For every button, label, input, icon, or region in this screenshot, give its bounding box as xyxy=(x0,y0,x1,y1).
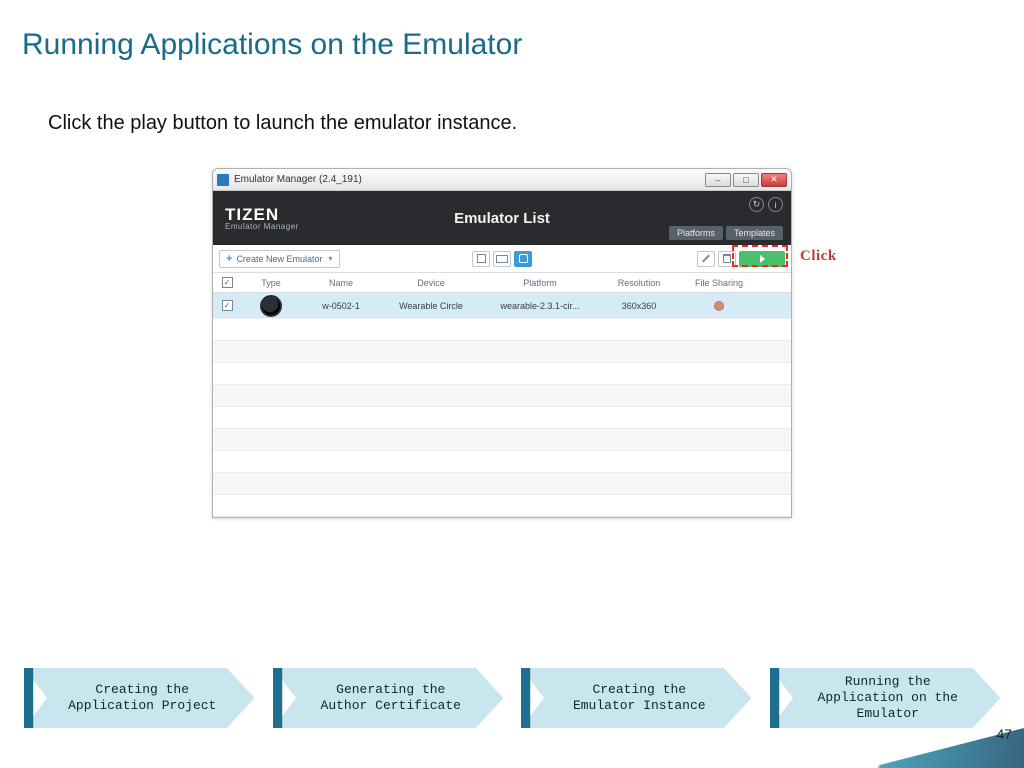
col-name: Name xyxy=(301,273,381,292)
create-new-emulator-button[interactable]: + Create New Emulator ▾ xyxy=(219,250,340,268)
col-platform: Platform xyxy=(481,273,599,292)
process-step-4: Running the Application on the Emulator xyxy=(770,668,1001,728)
refresh-icon[interactable]: ↻ xyxy=(749,197,764,212)
tab-templates[interactable]: Templates xyxy=(726,226,783,240)
table-row xyxy=(213,429,791,451)
tab-platforms[interactable]: Platforms xyxy=(669,226,723,240)
table-row xyxy=(213,407,791,429)
cell-resolution: 360x360 xyxy=(599,301,679,311)
delete-button[interactable] xyxy=(718,251,736,267)
cell-name: w-0502-1 xyxy=(301,301,381,311)
header-checkbox[interactable]: ✓ xyxy=(222,277,233,288)
process-step-3: Creating the Emulator Instance xyxy=(521,668,752,728)
table-row[interactable]: ✓ w-0502-1 Wearable Circle wearable-2.3.… xyxy=(213,293,791,319)
col-type: Type xyxy=(241,273,301,292)
table-row xyxy=(213,495,791,517)
window-maximize-button[interactable]: □ xyxy=(733,173,759,187)
pencil-icon xyxy=(701,254,711,264)
process-step-label: Creating the Emulator Instance xyxy=(549,682,724,715)
file-sharing-indicator-icon xyxy=(714,301,724,311)
edit-button[interactable] xyxy=(697,251,715,267)
app-header: TIZEN Emulator Manager Emulator List ↻ i… xyxy=(213,191,791,245)
process-step-label: Creating the Application Project xyxy=(44,682,234,715)
watch-device-icon xyxy=(260,295,282,317)
plus-icon: + xyxy=(226,253,232,265)
brand-logo-text: TIZEN xyxy=(225,206,299,223)
footer-decoration xyxy=(764,728,1024,768)
slide-title: Running Applications on the Emulator xyxy=(22,28,522,62)
col-file-sharing: File Sharing xyxy=(679,273,759,292)
window-close-button[interactable]: ✕ xyxy=(761,173,787,187)
table-row xyxy=(213,451,791,473)
slide-instruction: Click the play button to launch the emul… xyxy=(48,112,517,135)
cell-platform: wearable-2.3.1-cir... xyxy=(481,301,599,311)
table-row xyxy=(213,363,791,385)
window-minimize-button[interactable]: – xyxy=(705,173,731,187)
app-icon xyxy=(217,174,229,186)
play-button[interactable] xyxy=(739,251,785,267)
play-icon xyxy=(760,255,765,263)
page-number: 47 xyxy=(996,726,1012,742)
layout-landscape-icon[interactable] xyxy=(493,251,511,267)
table-row xyxy=(213,341,791,363)
window-title: Emulator Manager (2.4_191) xyxy=(234,174,705,185)
info-icon[interactable]: i xyxy=(768,197,783,212)
layout-rounded-icon[interactable] xyxy=(514,251,532,267)
column-header-row: ✓ Type Name Device Platform Resolution F… xyxy=(213,273,791,293)
brand-subtitle: Emulator Manager xyxy=(225,223,299,231)
process-step-1: Creating the Application Project xyxy=(24,668,255,728)
col-device: Device xyxy=(381,273,481,292)
toolbar: + Create New Emulator ▾ xyxy=(213,245,791,273)
col-resolution: Resolution xyxy=(599,273,679,292)
process-strip: Creating the Application Project Generat… xyxy=(24,668,1000,728)
table-row xyxy=(213,319,791,341)
emulator-table-body: ✓ w-0502-1 Wearable Circle wearable-2.3.… xyxy=(213,293,791,517)
row-checkbox[interactable]: ✓ xyxy=(222,300,233,311)
process-step-2: Generating the Author Certificate xyxy=(273,668,504,728)
trash-icon xyxy=(723,254,731,263)
process-step-label: Running the Application on the Emulator xyxy=(794,674,976,723)
process-step-label: Generating the Author Certificate xyxy=(297,682,479,715)
brand: TIZEN Emulator Manager xyxy=(225,206,299,231)
cell-device: Wearable Circle xyxy=(381,301,481,311)
table-row xyxy=(213,473,791,495)
layout-portrait-icon[interactable] xyxy=(472,251,490,267)
window-titlebar: Emulator Manager (2.4_191) – □ ✕ xyxy=(213,169,791,191)
dropdown-icon: ▾ xyxy=(328,254,332,263)
emulator-list-title: Emulator List xyxy=(454,210,550,227)
create-label: Create New Emulator xyxy=(236,254,322,264)
emulator-manager-window: Emulator Manager (2.4_191) – □ ✕ TIZEN E… xyxy=(212,168,792,518)
table-row xyxy=(213,385,791,407)
col-check: ✓ xyxy=(213,273,241,292)
click-callout: Click xyxy=(800,248,837,265)
